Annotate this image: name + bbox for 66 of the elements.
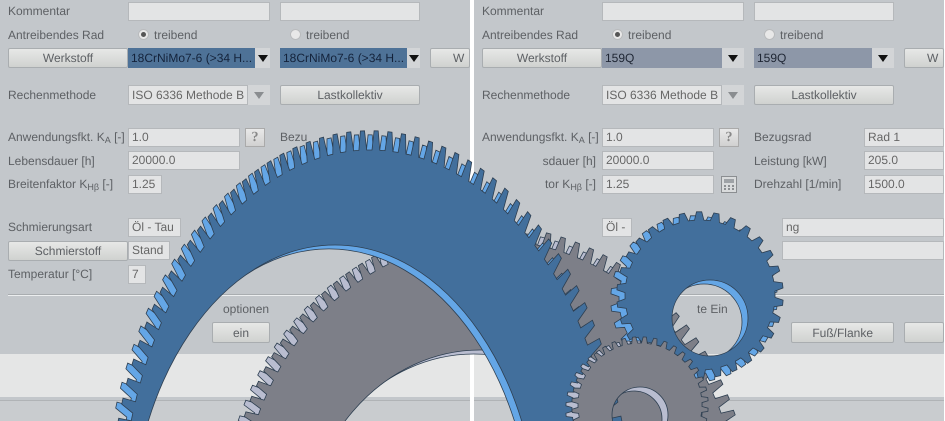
push-button[interactable]: Werkstoff: [482, 48, 602, 68]
push-button[interactable]: Werkstoff: [8, 48, 128, 68]
push-button[interactable]: Lastkollektiv: [280, 85, 420, 105]
field-label: Lebensdauer [h]: [8, 152, 96, 170]
field-label: Temperatur [°C]: [8, 266, 94, 283]
caret-icon: [728, 92, 738, 98]
input-field[interactable]: [754, 2, 894, 20]
radio-button[interactable]: [612, 29, 623, 40]
input-field[interactable]: 1500.0: [864, 174, 944, 194]
field-label: Anwendungsfkt. K$_{A}$ [-]: [8, 129, 126, 146]
field-label: Drehzahl [1/min]: [754, 176, 842, 193]
partial-button[interactable]: Fuß/Flanke: [791, 322, 894, 343]
field-label: Breitenfaktor K$_{Hβ}$ [-]: [8, 176, 114, 193]
radio-label: treibend: [780, 26, 824, 44]
field-label: Schmierungsart: [8, 219, 94, 236]
input-field[interactable]: Rad 1: [864, 128, 944, 146]
input-field[interactable]: Öl -: [602, 218, 632, 236]
input-field[interactable]: 205.0: [864, 151, 944, 170]
field-label: Bezu: [280, 129, 308, 146]
field-label: Rechenmethode: [8, 87, 98, 104]
push-button[interactable]: Lastkollektiv: [754, 85, 894, 105]
input-field[interactable]: 20000.0: [128, 151, 240, 170]
field-label: Antreibendes Rad: [482, 26, 580, 44]
caret-icon: [408, 54, 419, 62]
input-field[interactable]: 1.0: [128, 128, 240, 146]
field-label: sdauer [h]: [542, 152, 597, 170]
field-label: Rechenmethode: [482, 87, 572, 104]
radio-button[interactable]: [290, 29, 301, 40]
input-field[interactable]: 1.25: [128, 174, 162, 194]
field-label: Kommentar: [482, 3, 546, 20]
field-label: Anwendungsfkt. K$_{A}$ [-]: [482, 129, 600, 146]
field-label: Antreibendes Rad: [8, 26, 106, 44]
radio-label: treibend: [154, 26, 198, 44]
partial-button[interactable]: ein: [212, 322, 270, 343]
input-field[interactable]: [280, 2, 420, 20]
calculator-icon[interactable]: [721, 176, 737, 192]
input-field[interactable]: Stand: [128, 241, 170, 260]
input-field[interactable]: 7: [128, 264, 146, 284]
radio-button[interactable]: [138, 29, 149, 40]
group-label: optionen: [223, 302, 270, 316]
push-button[interactable]: Schmierstoff: [8, 240, 128, 260]
input-field[interactable]: 20000.0: [602, 151, 714, 170]
radio-label: treibend: [628, 26, 672, 44]
partial-button[interactable]: W: [430, 48, 470, 68]
radio-button[interactable]: [764, 29, 775, 40]
input-field[interactable]: 1.25: [602, 174, 714, 194]
field-label: Leistung [kW]: [754, 152, 828, 170]
help-button[interactable]: ?: [245, 128, 265, 146]
group-label: te Ein: [697, 302, 728, 316]
push-button[interactable]: [904, 322, 944, 343]
caret-icon: [254, 92, 264, 98]
input-field[interactable]: [782, 241, 944, 260]
input-field[interactable]: [128, 2, 270, 20]
help-button[interactable]: ?: [719, 128, 739, 146]
input-field[interactable]: [602, 2, 744, 20]
caret-icon: [728, 54, 738, 62]
radio-label: treibend: [306, 26, 350, 44]
caret-icon: [878, 54, 888, 62]
caret-icon: [258, 54, 268, 62]
partial-button[interactable]: W: [904, 48, 944, 68]
input-field[interactable]: ng: [782, 218, 944, 236]
field-label: Bezugsrad: [754, 129, 812, 146]
field-label: tor K$_{Hβ}$ [-]: [544, 176, 597, 193]
field-label: Kommentar: [8, 3, 72, 20]
input-field[interactable]: 1.0: [602, 128, 714, 146]
input-field[interactable]: Öl - Tau: [128, 218, 181, 236]
